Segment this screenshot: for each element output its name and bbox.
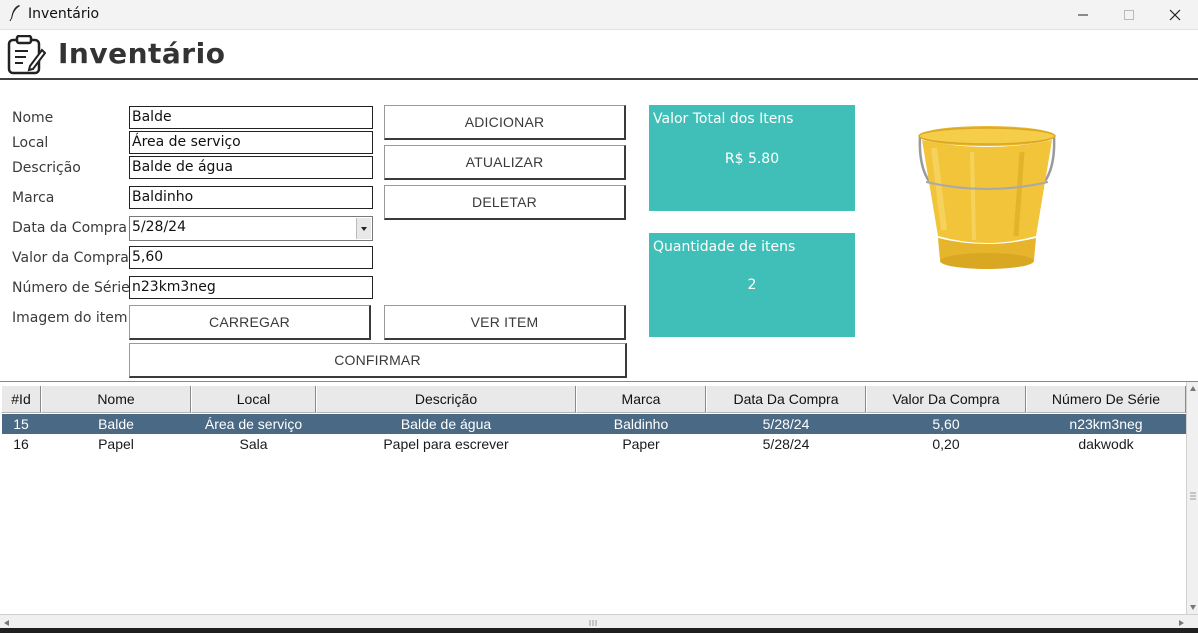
cell-numero-serie: n23km3neg (1069, 416, 1143, 432)
cell-local: Sala (239, 436, 268, 452)
maximize-button[interactable] (1106, 0, 1152, 29)
descricao-input[interactable]: Balde de água (129, 156, 373, 179)
column-header-descricao[interactable]: Descrição (316, 386, 576, 413)
app-header: Inventário (0, 30, 1198, 80)
atualizar-button[interactable]: ATUALIZAR (384, 145, 626, 180)
cell-local: Área de serviço (204, 416, 303, 432)
marca-input[interactable]: Baldinho (129, 186, 373, 209)
ver-item-button[interactable]: VER ITEM (384, 305, 626, 340)
cell-descricao: Papel para escrever (383, 436, 509, 452)
column-header-data-compra[interactable]: Data Da Compra (706, 386, 866, 413)
adicionar-button[interactable]: ADICIONAR (384, 105, 626, 140)
table-row[interactable]: 15 Balde Área de serviço Balde de água B… (2, 414, 1186, 434)
column-header-numero-serie[interactable]: Número De Série (1026, 386, 1186, 413)
carregar-button[interactable]: CARREGAR (129, 305, 371, 340)
inventory-table: #Id Nome Local Descrição Marca Data Da C… (0, 381, 1198, 634)
cell-valor-compra: 0,20 (932, 436, 960, 452)
column-header-marca[interactable]: Marca (576, 386, 706, 413)
close-button[interactable] (1152, 0, 1198, 29)
confirmar-button[interactable]: CONFIRMAR (129, 343, 627, 378)
scrollbar-arrows-icon (1190, 386, 1196, 610)
column-header-id[interactable]: #Id (1, 386, 41, 413)
taskbar-edge (0, 628, 1198, 633)
cell-data-compra: 5/28/24 (762, 416, 810, 432)
data-compra-dropdown[interactable]: 5/28/24 (129, 216, 373, 241)
nome-input[interactable]: Balde (129, 106, 373, 129)
local-input[interactable]: Área de serviço (129, 131, 373, 154)
cell-nome: Balde (98, 416, 134, 432)
total-value-card: Valor Total dos Itens R$ 5.80 (649, 105, 855, 211)
marca-label: Marca (12, 190, 55, 206)
column-header-nome[interactable]: Nome (41, 386, 191, 413)
valor-compra-label: Valor da Compra (12, 250, 129, 266)
window-title-bar: Inventário (0, 0, 1198, 30)
item-count-value: 2 (747, 277, 757, 293)
imagem-label: Imagem do item (12, 310, 128, 326)
chevron-down-icon (361, 227, 367, 231)
page-title: Inventário (58, 37, 226, 70)
descricao-label: Descrição (12, 160, 81, 176)
data-compra-label: Data da Compra (12, 220, 127, 236)
window-title: Inventário (28, 6, 100, 22)
item-count-card: Quantidade de itens 2 (649, 233, 855, 337)
item-image-bucket (918, 126, 1056, 269)
cell-data-compra: 5/28/24 (762, 436, 810, 452)
cell-descricao: Balde de água (400, 416, 492, 432)
date-dropdown-button[interactable] (356, 218, 371, 239)
cell-nome: Papel (98, 436, 134, 452)
total-value-amount: R$ 5.80 (724, 151, 780, 167)
table-vertical-scrollbar[interactable] (1186, 382, 1198, 614)
cell-valor-compra: 5,60 (932, 416, 960, 432)
table-horizontal-scrollbar[interactable] (0, 614, 1198, 629)
local-label: Local (12, 135, 49, 151)
cell-marca: Baldinho (613, 416, 669, 432)
minimize-button[interactable] (1060, 0, 1106, 29)
numero-serie-label: Número de Série (12, 280, 130, 296)
clipboard-icon (7, 35, 46, 75)
item-count-caption: Quantidade de itens (653, 239, 796, 255)
numero-serie-input[interactable]: n23km3neg (129, 276, 373, 299)
cell-id: 16 (13, 436, 29, 452)
total-value-caption: Valor Total dos Itens (653, 111, 794, 127)
cell-marca: Paper (622, 436, 660, 452)
close-icon (1169, 9, 1181, 20)
nome-label: Nome (12, 110, 54, 126)
table-row[interactable]: 16 Papel Sala Papel para escrever Paper … (2, 434, 1186, 454)
deletar-button[interactable]: DELETAR (384, 185, 626, 220)
column-header-local[interactable]: Local (191, 386, 316, 413)
column-header-valor-compra[interactable]: Valor Da Compra (866, 386, 1026, 413)
data-compra-value: 5/28/24 (132, 219, 186, 235)
cell-id: 15 (13, 416, 29, 432)
maximize-icon (1124, 9, 1134, 20)
cell-numero-serie: dakwodk (1078, 436, 1134, 452)
valor-compra-input[interactable]: 5,60 (129, 246, 373, 269)
feather-icon (9, 5, 20, 22)
minimize-icon (1078, 14, 1088, 15)
